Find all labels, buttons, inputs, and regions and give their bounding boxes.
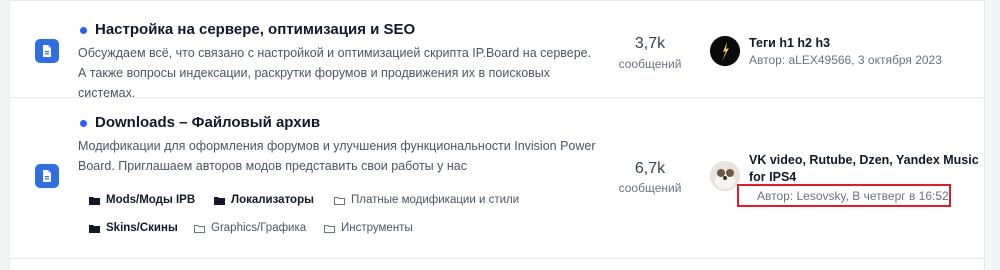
subforum-link[interactable]: Graphics/Графика <box>194 222 306 234</box>
unread-indicator <box>80 120 87 127</box>
folder-outline-icon <box>324 224 335 233</box>
subforum-link[interactable]: Инструменты <box>324 222 413 234</box>
divider-bottom <box>9 258 985 259</box>
forum-row: Настройка на сервере, оптимизация и SEO … <box>9 0 985 100</box>
posts-label: сообщений <box>618 57 682 71</box>
document-icon[interactable] <box>35 164 59 188</box>
subforum-label: Skins/Скины <box>106 222 178 234</box>
posts-label: сообщений <box>618 181 682 195</box>
folder-filled-icon <box>214 196 225 205</box>
subforum-label: Mods/Моды IPB <box>106 194 196 206</box>
folder-filled-icon <box>89 196 100 205</box>
forum-description: Обсуждаем всё, что связано с настройкой … <box>78 46 592 100</box>
forum-description: Модификации для оформления форумов и улу… <box>78 139 596 173</box>
subforum-link[interactable]: Skins/Скины <box>89 222 178 234</box>
forum-title[interactable]: Downloads – Файловый архив <box>95 114 320 131</box>
last-post-title[interactable]: VK video, Rutube, Dzen, Yandex Music for… <box>749 152 981 186</box>
subforum-label: Инструменты <box>341 222 413 234</box>
document-icon[interactable] <box>35 39 59 63</box>
folder-filled-icon <box>89 224 100 233</box>
folder-outline-icon <box>334 196 345 205</box>
subforum-link[interactable]: Платные модификации и стили <box>334 194 519 206</box>
subforum-link[interactable]: Mods/Моды IPB <box>89 194 195 206</box>
avatar[interactable] <box>710 36 740 66</box>
posts-count: 3,7k <box>634 35 666 52</box>
subforum-link[interactable]: Локализаторы <box>214 194 314 206</box>
forum-title[interactable]: Настройка на сервере, оптимизация и SEO <box>95 21 415 38</box>
subforum-label: Платные модификации и стили <box>351 194 520 206</box>
highlight-box <box>737 184 951 207</box>
forum-row: Downloads – Файловый архив Модификации д… <box>9 98 985 258</box>
last-post-title[interactable]: Теги h1 h2 h3 <box>749 35 830 52</box>
avatar[interactable] <box>710 161 740 191</box>
last-post-meta: Автор: aLEX49566, 3 октября 2023 <box>749 53 942 67</box>
subforum-label: Graphics/Графика <box>211 222 307 234</box>
unread-indicator <box>80 27 87 34</box>
subforum-label: Локализаторы <box>231 194 314 206</box>
posts-count: 6,7k <box>634 160 666 177</box>
folder-outline-icon <box>194 224 205 233</box>
